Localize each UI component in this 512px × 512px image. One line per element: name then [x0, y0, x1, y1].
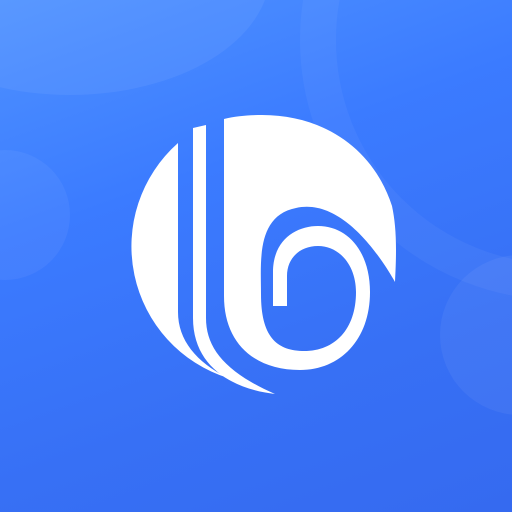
stylized-b-circle-logo-icon [131, 115, 396, 394]
app-icon [0, 0, 512, 512]
logo-left-arc [131, 143, 228, 378]
logo-b-letter [224, 115, 396, 370]
